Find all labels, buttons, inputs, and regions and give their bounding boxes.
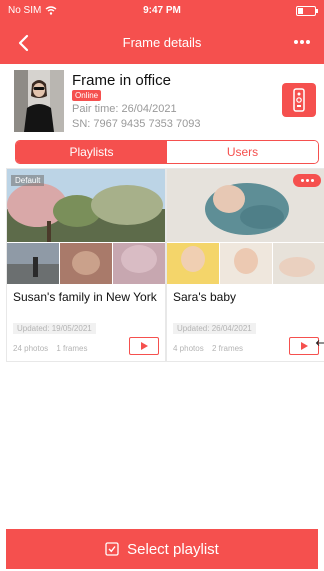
status-badge: Online [72,90,102,101]
status-bar: No SIM 9:47 PM [0,0,324,22]
more-dot [300,40,304,44]
photo-count: 4 photos [173,344,204,353]
more-dot [300,179,304,182]
playlist-title: Susan's family in New York [13,290,157,304]
more-options-button[interactable] [290,32,314,52]
more-dot [310,179,314,182]
updated-label: Updated: 26/04/2021 [173,323,256,334]
serial-number: SN: 7967 9435 7353 7093 [72,118,201,130]
frame-count: 1 frames [56,344,88,353]
frame-count: 2 frames [211,344,244,353]
select-playlist-button[interactable]: Select playlist [6,529,318,569]
default-tag: Default [11,175,45,186]
nav-bar: Frame details [0,22,324,64]
tab-users[interactable]: Users [167,141,318,163]
remote-icon [293,88,305,112]
playlist-card[interactable]: Sara's baby Updated: 26/04/2021 4 photos… [167,169,324,361]
play-icon [301,342,308,350]
more-dot [306,40,310,44]
playlist-user-tabs: Playlists Users [15,140,319,164]
select-playlist-label: Select playlist [127,540,219,558]
remote-control-button[interactable] [282,83,316,117]
checkbox-icon [105,542,119,556]
status-time: 9:47 PM [143,5,181,16]
card-more-button[interactable] [293,174,321,187]
playlist-cover: Default [7,169,165,284]
frame-header: Frame in office Online Pair time: 26/04/… [12,70,316,132]
photo-count: 24 photos [13,344,49,353]
battery-icon [296,6,318,16]
playlist-card[interactable]: Default Susan's family in New York Updat… [7,169,165,361]
more-dot [305,179,309,182]
playlist-cover [167,169,324,284]
playlist-counts: 4 photos 2 frames [173,344,249,353]
arrow-pointer-icon [315,340,324,346]
playlist-title: Sara's baby [173,290,236,304]
frame-photo [14,70,64,132]
frame-name: Frame in office [72,72,171,89]
playlist-counts: 24 photos 1 frames [13,344,94,353]
more-dot [294,40,298,44]
tab-playlists[interactable]: Playlists [16,141,167,163]
updated-label: Updated: 19/05/2021 [13,323,96,334]
play-button[interactable] [129,337,159,355]
pair-time: Pair time: 26/04/2021 [72,103,177,115]
play-icon [141,342,148,350]
page-title: Frame details [122,35,202,50]
